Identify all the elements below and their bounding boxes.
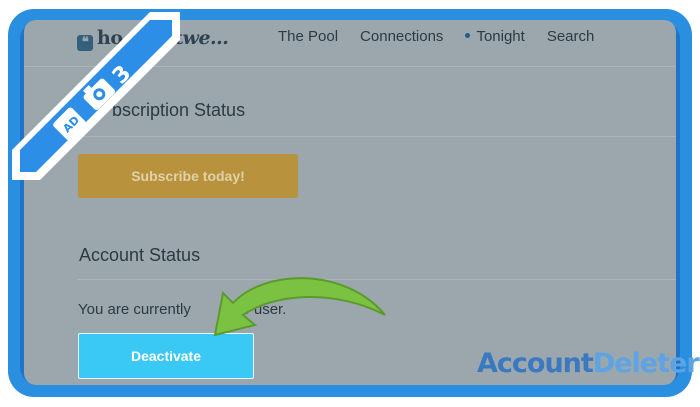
status-text-start: You are currently	[78, 301, 191, 318]
logo-mark-icon: ❝	[77, 35, 93, 51]
watermark-part2: Deleters	[592, 348, 700, 379]
status-text-end: ctive user.	[218, 301, 287, 318]
account-status-title: Account Status	[79, 245, 201, 265]
active-dot-icon	[465, 33, 471, 38]
logo-text-suffix: we...	[182, 27, 229, 49]
nav-item-tonight-label: Tonight	[476, 28, 525, 45]
top-nav: The Pool Connections Tonight Search	[278, 28, 616, 45]
site-logo[interactable]: ❝ ho atwe...	[77, 27, 229, 51]
nav-item-pool[interactable]: The Pool	[278, 28, 338, 45]
nav-divider	[24, 66, 676, 67]
logo-text: ho	[97, 27, 123, 49]
nav-item-connections[interactable]: Connections	[360, 28, 443, 45]
account-status-text: You are currently ctive user.	[78, 301, 286, 318]
logo-text-mid: at	[162, 27, 184, 49]
account-divider	[77, 279, 676, 280]
nav-item-tonight[interactable]: Tonight	[465, 28, 525, 45]
page-overlay: ❝ ho atwe... The Pool Connections Tonight …	[24, 20, 676, 385]
subscription-status-title: bscription Status	[112, 100, 246, 120]
deactivate-button[interactable]: Deactivate	[78, 333, 254, 379]
watermark-logo: AccountDeleters	[477, 348, 700, 379]
subscribe-button[interactable]: Subscribe today!	[78, 154, 298, 198]
watermark-part1: Account	[477, 348, 594, 379]
subscription-divider	[77, 136, 676, 137]
nav-item-search[interactable]: Search	[547, 28, 595, 45]
